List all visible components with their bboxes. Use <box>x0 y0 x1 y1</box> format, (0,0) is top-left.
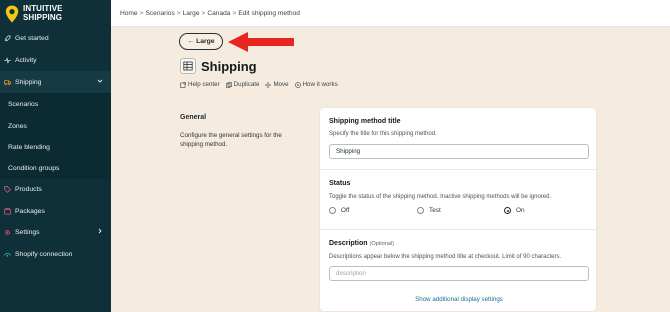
breadcrumb-item-current: Edit shipping method <box>238 9 300 17</box>
play-icon <box>294 81 301 88</box>
package-icon <box>4 207 11 215</box>
annotation-arrow-icon <box>228 32 294 52</box>
duplicate-button[interactable]: Duplicate <box>225 81 260 88</box>
how-it-works-label: How it works <box>302 81 338 88</box>
title-label: Shipping method title <box>329 118 401 125</box>
general-section-title: General <box>180 114 207 121</box>
sidebar-item-label: Products <box>15 185 42 193</box>
breadcrumb-separator: > <box>139 9 144 17</box>
shipping-icon <box>4 79 11 86</box>
sidebar-item-shipping[interactable]: Shipping <box>0 71 111 93</box>
duplicate-icon <box>225 81 232 88</box>
help-center-label: Help center <box>188 81 220 88</box>
radio-circle-icon <box>329 207 336 214</box>
duplicate-label: Duplicate <box>233 81 260 88</box>
back-arrow-icon: ← <box>187 38 195 45</box>
breadcrumb-separator: > <box>176 9 181 17</box>
show-additional-settings-link[interactable]: Show additional display settings <box>320 296 598 303</box>
sidebar-item-condition-groups[interactable]: Condition groups <box>0 157 111 179</box>
status-radio-off[interactable]: Off <box>329 207 349 214</box>
logo[interactable]: INTUITIVE SHIPPING <box>0 0 111 27</box>
sidebar-item-label: Condition groups <box>8 164 60 172</box>
location-pin-icon <box>5 4 19 22</box>
description-help: Descriptions appear below the shipping m… <box>329 254 562 260</box>
description-section: Description (Optional) Descriptions appe… <box>320 230 598 312</box>
sidebar-item-shopify-connection[interactable]: Shopify connection <box>0 243 111 265</box>
breadcrumb-item-home[interactable]: Home <box>120 10 138 17</box>
status-section: Status Toggle the status of the shipping… <box>320 170 598 230</box>
status-option-label: On <box>516 207 525 214</box>
sidebar-item-label: Shopify connection <box>15 250 73 258</box>
sidebar-item-rate-blending[interactable]: Rate blending <box>0 136 111 158</box>
sidebar-item-label: Get started <box>15 34 49 42</box>
sidebar-item-products[interactable]: Products <box>0 178 111 200</box>
sidebar-item-activity[interactable]: Activity <box>0 49 111 71</box>
brand-name: INTUITIVE SHIPPING <box>23 4 63 22</box>
sidebar-item-settings[interactable]: Settings <box>0 221 111 243</box>
rocket-icon <box>4 35 11 42</box>
external-link-icon <box>180 81 186 88</box>
back-button-label: Large <box>196 38 215 45</box>
status-help: Toggle the status of the shipping method… <box>329 194 552 200</box>
radio-selected-icon <box>504 207 511 214</box>
activity-icon <box>4 56 11 64</box>
description-label-text: Description <box>329 240 368 247</box>
breadcrumb-separator: > <box>201 9 206 17</box>
breadcrumb-item-large[interactable]: Large <box>183 10 200 17</box>
breadcrumb-item-canada[interactable]: Canada <box>207 10 230 17</box>
chevron-right-icon <box>98 228 102 234</box>
table-icon <box>180 58 196 74</box>
status-radio-on[interactable]: On <box>504 207 525 214</box>
move-button[interactable]: Move <box>265 81 289 88</box>
sidebar-item-label: Zones <box>8 122 27 130</box>
sidebar: INTUITIVE SHIPPING Get started Activity … <box>0 0 111 312</box>
sidebar-item-label: Activity <box>15 56 37 64</box>
sidebar-item-label: Scenarios <box>8 100 39 108</box>
breadcrumb-item-scenarios[interactable]: Scenarios <box>145 10 174 17</box>
status-option-label: Test <box>429 207 441 214</box>
description-input[interactable]: description <box>329 266 589 281</box>
title-input[interactable]: Shipping <box>329 144 589 159</box>
sidebar-item-scenarios[interactable]: Scenarios <box>0 93 111 115</box>
sidebar-item-packages[interactable]: Packages <box>0 200 111 222</box>
sidebar-item-label: Rate blending <box>8 143 50 151</box>
page-title: Shipping <box>201 59 257 74</box>
status-label: Status <box>329 180 351 187</box>
description-label: Description (Optional) <box>329 240 394 247</box>
optional-tag: (Optional) <box>369 241 395 247</box>
tag-icon <box>4 185 11 193</box>
sidebar-item-zones[interactable]: Zones <box>0 115 111 137</box>
gear-icon <box>4 229 11 236</box>
status-option-label: Off <box>341 207 350 214</box>
how-it-works-button[interactable]: How it works <box>294 81 338 88</box>
radio-circle-icon <box>417 207 424 214</box>
title-help: Specify the title for this shipping meth… <box>329 131 437 137</box>
general-section-description: Configure the general settings for the s… <box>180 132 282 148</box>
chevron-down-icon <box>97 79 103 83</box>
sidebar-item-label: Packages <box>15 207 45 215</box>
sidebar-item-label: Shipping <box>15 78 42 86</box>
brand-line-2: SHIPPING <box>23 12 63 22</box>
connection-icon <box>4 251 11 258</box>
sidebar-item-get-started[interactable]: Get started <box>0 27 111 49</box>
status-radio-test[interactable]: Test <box>417 207 441 214</box>
settings-card: Shipping method title Specify the title … <box>319 107 598 312</box>
move-icon <box>265 81 272 88</box>
back-button[interactable]: ← Large <box>179 33 223 50</box>
title-section: Shipping method title Specify the title … <box>320 108 598 170</box>
breadcrumb: Home > Scenarios > Large > Canada > Edit… <box>111 0 670 27</box>
help-center-link[interactable]: Help center <box>180 81 220 88</box>
move-label: Move <box>273 81 289 88</box>
page-actions: Help center Duplicate Move How it works <box>180 81 338 88</box>
breadcrumb-separator: > <box>232 9 237 17</box>
sidebar-item-label: Settings <box>15 228 40 236</box>
